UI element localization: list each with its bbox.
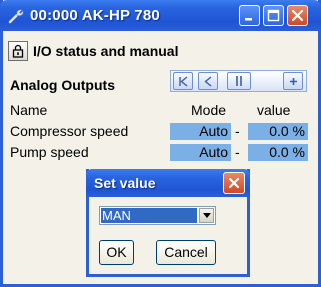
mode-cell[interactable]: Auto <box>170 123 231 140</box>
column-header-mode: Mode <box>191 102 227 118</box>
value-cell[interactable]: 0.0 % <box>248 144 308 161</box>
grip-line <box>240 76 242 86</box>
row-name: Compressor speed <box>10 123 129 139</box>
mode-select-value: MAN <box>101 208 197 223</box>
maximize-icon <box>267 9 280 22</box>
lock-button[interactable] <box>8 41 28 61</box>
grip-line <box>236 76 238 86</box>
analog-outputs-title: Analog Outputs <box>10 77 115 93</box>
first-page-button[interactable] <box>173 72 193 90</box>
dialog-close-button[interactable] <box>223 172 245 194</box>
page-navigator <box>170 70 307 92</box>
lock-icon <box>12 44 24 58</box>
ok-button[interactable]: OK <box>99 240 134 265</box>
close-icon <box>291 9 304 22</box>
mode-cell[interactable]: Auto <box>170 144 231 161</box>
plus-icon <box>290 78 297 85</box>
page-slider-thumb[interactable] <box>227 72 251 90</box>
dropdown-button[interactable] <box>199 208 214 223</box>
close-icon <box>228 177 240 189</box>
section-title: I/O status and manual <box>33 43 179 59</box>
tool-icon <box>8 7 26 25</box>
chevron-down-icon <box>203 213 211 218</box>
maximize-button[interactable] <box>263 5 284 26</box>
value-cell[interactable]: 0.0 % <box>248 123 308 140</box>
previous-page-icon <box>204 76 212 87</box>
column-header-name: Name <box>10 102 48 118</box>
separator: - <box>235 144 240 160</box>
previous-page-button[interactable] <box>198 72 218 90</box>
separator: - <box>235 123 240 139</box>
window-title: 00:000 AK-HP 780 <box>30 7 160 24</box>
dialog-title: Set value <box>94 175 156 191</box>
mode-select[interactable]: MAN <box>99 206 216 225</box>
row-name: Pump speed <box>10 144 89 160</box>
first-page-icon <box>179 76 188 87</box>
next-page-button[interactable] <box>283 72 303 90</box>
cancel-button[interactable]: Cancel <box>156 240 216 265</box>
minimize-icon <box>245 18 252 21</box>
close-button[interactable] <box>287 5 308 26</box>
column-header-value: value <box>257 102 291 118</box>
minimize-button[interactable] <box>239 5 260 26</box>
